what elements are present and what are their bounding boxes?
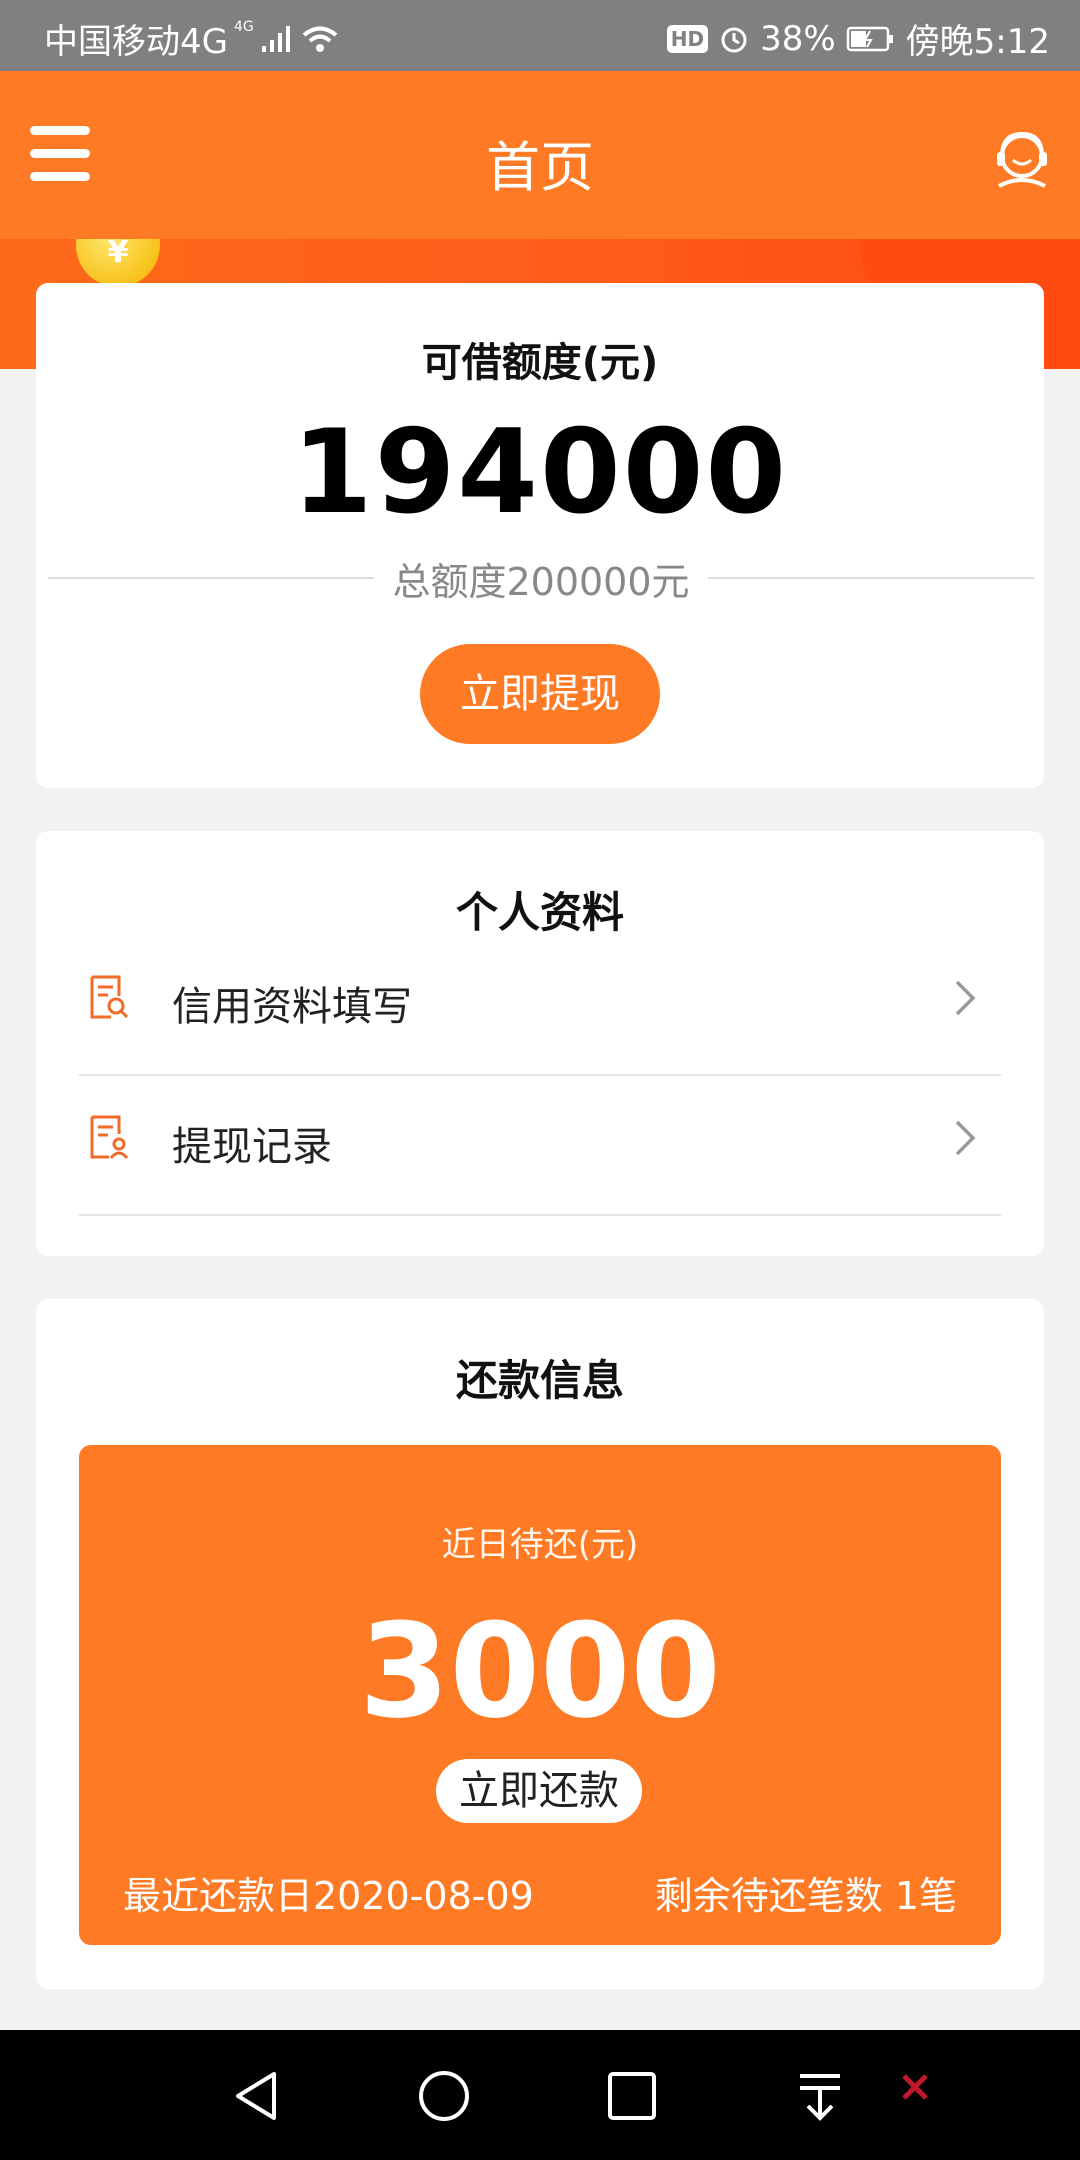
profile-title: 个人资料 [455,888,624,937]
hd-badge: HD [666,24,709,53]
coin-decoration: ¥ [76,239,160,287]
recents-icon [608,2072,656,2120]
signal-icon [261,25,290,52]
repayment-card: 还款信息 近日待还(元) 3000 立即还款 最近还款日2020-08-09 剩… [36,1299,1044,1989]
total-credit-row: 总额度200000元 [48,553,1034,604]
repay-button[interactable]: 立即还款 [436,1759,642,1823]
battery-percent: 38% [760,18,836,59]
customer-service-button[interactable] [989,126,1055,192]
pull-down-icon [800,2074,840,2121]
alarm-icon [721,27,747,52]
divider-right [707,577,1034,579]
due-label: 近日待还(元) [441,1525,639,1565]
divider-left [48,577,375,579]
customer-service-icon [997,131,1047,188]
home-icon [419,2071,469,2121]
list-item-credit-info[interactable]: 信用资料填写 [79,936,1001,1076]
page-title: 首页 [486,136,594,199]
top-nav-bar: 首页 [0,71,1080,239]
home-button[interactable] [416,2068,472,2124]
notification-pull-button[interactable] [792,2068,848,2124]
watermark-logo-icon [902,2074,928,2100]
status-right: HD 38% 傍晚5:12 [666,14,1050,63]
back-icon [236,2072,276,2120]
document-user-icon [90,1115,129,1159]
available-credit-amount: 194000 [291,405,789,540]
repayment-panel: 近日待还(元) 3000 立即还款 最近还款日2020-08-09 剩余待还笔数… [79,1445,1001,1945]
recents-button[interactable] [604,2068,660,2124]
carrier-text: 中国移动4G [44,22,228,62]
wifi-icon [302,26,338,52]
list-item-label: 信用资料填写 [172,984,412,1030]
due-date-text: 最近还款日2020-08-09 [123,1874,534,1918]
network-badge: 4G [233,18,254,35]
remaining-count-text: 剩余待还笔数 1笔 [654,1874,957,1918]
clock-time: 傍晚5:12 [905,22,1050,62]
back-button[interactable] [230,2068,286,2124]
available-credit-label: 可借额度(元) [421,340,659,386]
withdraw-button[interactable]: 立即提现 [420,644,660,744]
list-item-withdraw-records[interactable]: 提现记录 [79,1076,1001,1216]
battery-icon [846,26,893,51]
credit-card: 可借额度(元) 194000 总额度200000元 立即提现 [36,283,1044,788]
chevron-right-icon [955,980,976,1016]
status-bar: 中国移动4G 4G HD 38% 傍晚5:12 [0,0,1080,71]
repayment-title: 还款信息 [455,1356,624,1405]
list-item-label: 提现记录 [172,1124,332,1170]
due-amount: 3000 [359,1595,721,1747]
total-credit-text: 总额度200000元 [392,559,690,604]
document-search-icon [90,975,129,1019]
system-nav-bar [0,2030,1080,2160]
chevron-right-icon [955,1120,976,1156]
status-left: 中国移动4G 4G [44,14,340,63]
profile-card: 个人资料 信用资料填写 提现记录 [36,831,1044,1256]
